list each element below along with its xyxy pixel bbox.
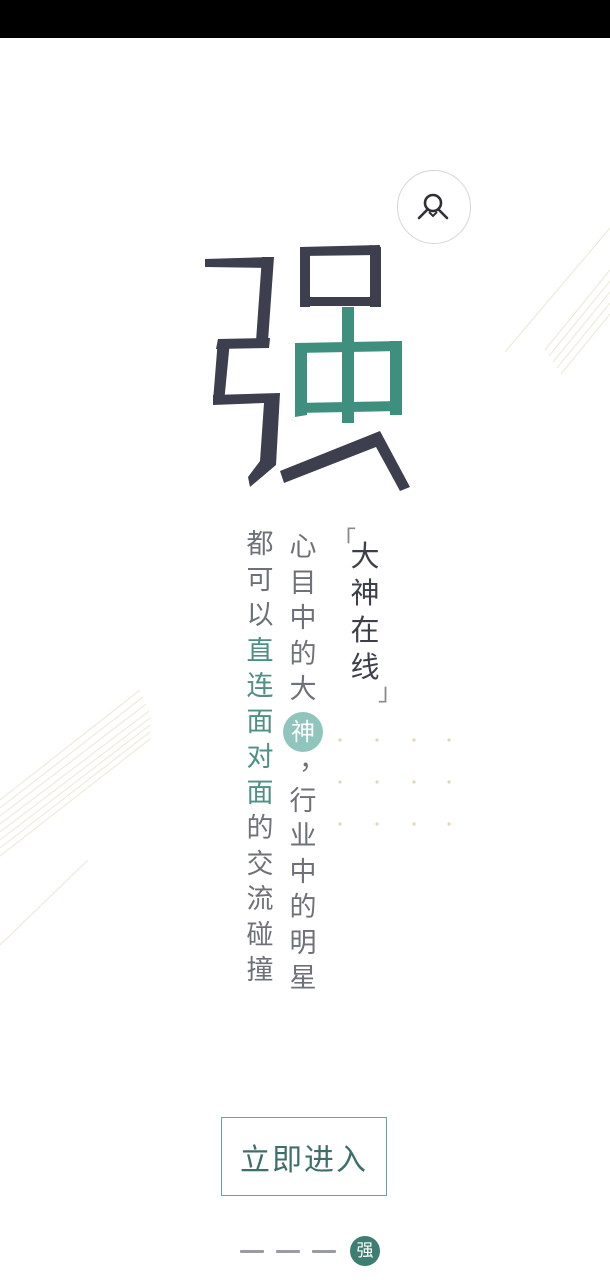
slogan-accent-char: 连 <box>246 671 274 702</box>
enter-button[interactable]: 立即进入 <box>221 1117 387 1196</box>
slogan-accent-char: 面 <box>246 706 274 738</box>
slogan-char: 碰 <box>246 919 274 951</box>
slogan-accent-char: 面 <box>246 777 274 809</box>
page-dot-inactive[interactable] <box>240 1249 264 1253</box>
slogan-char: 流 <box>246 884 274 915</box>
slogan-char: 以 <box>246 600 274 631</box>
slogan-accent-char: 直 <box>246 635 274 667</box>
hero-character <box>205 245 410 491</box>
page-dot-inactive[interactable] <box>276 1249 300 1253</box>
slogan-char: 的 <box>289 892 317 923</box>
slogan-char: 交 <box>246 848 274 880</box>
slogan-char: 星 <box>289 963 317 994</box>
slogan-char: 都 <box>246 529 274 560</box>
slogan-char: 明 <box>289 927 317 959</box>
person-icon <box>417 193 449 220</box>
slogan-char: 的 <box>246 813 274 844</box>
slogan-char: 业 <box>289 821 317 852</box>
slogan-title: 大 神 在 线 <box>345 538 385 686</box>
slogan-char: 大 <box>289 674 317 705</box>
title-char: 神 <box>350 576 380 610</box>
slogan-char: 行 <box>289 785 317 817</box>
title-char: 在 <box>350 613 380 647</box>
page-indicator: 强 <box>240 1235 380 1267</box>
slogan-char: 目 <box>289 567 317 599</box>
slogan-char: 撞 <box>246 955 274 986</box>
comma: ， <box>299 744 326 776</box>
bracket-close: 」 <box>378 678 402 706</box>
page-dot-inactive[interactable] <box>312 1249 336 1253</box>
title-char: 线 <box>350 650 380 684</box>
page-dot-active[interactable]: 强 <box>350 1236 380 1266</box>
slogan-char: 中 <box>289 856 317 888</box>
slogan-left-column: 都 可 以 直 连 面 对 面 的 交 流 碰 撞 <box>240 527 280 989</box>
slogan-char: 中 <box>289 603 317 634</box>
slogan-char: 的 <box>289 638 317 670</box>
slogan-middle-column: 心 目 中 的 大 神 ， 行 业 中 的 明 星 <box>283 530 326 997</box>
title-char: 大 <box>350 539 380 573</box>
slogan-accent-char: 对 <box>246 742 274 773</box>
slogan-char: 可 <box>246 564 274 596</box>
slogan-char: 心 <box>289 532 317 563</box>
